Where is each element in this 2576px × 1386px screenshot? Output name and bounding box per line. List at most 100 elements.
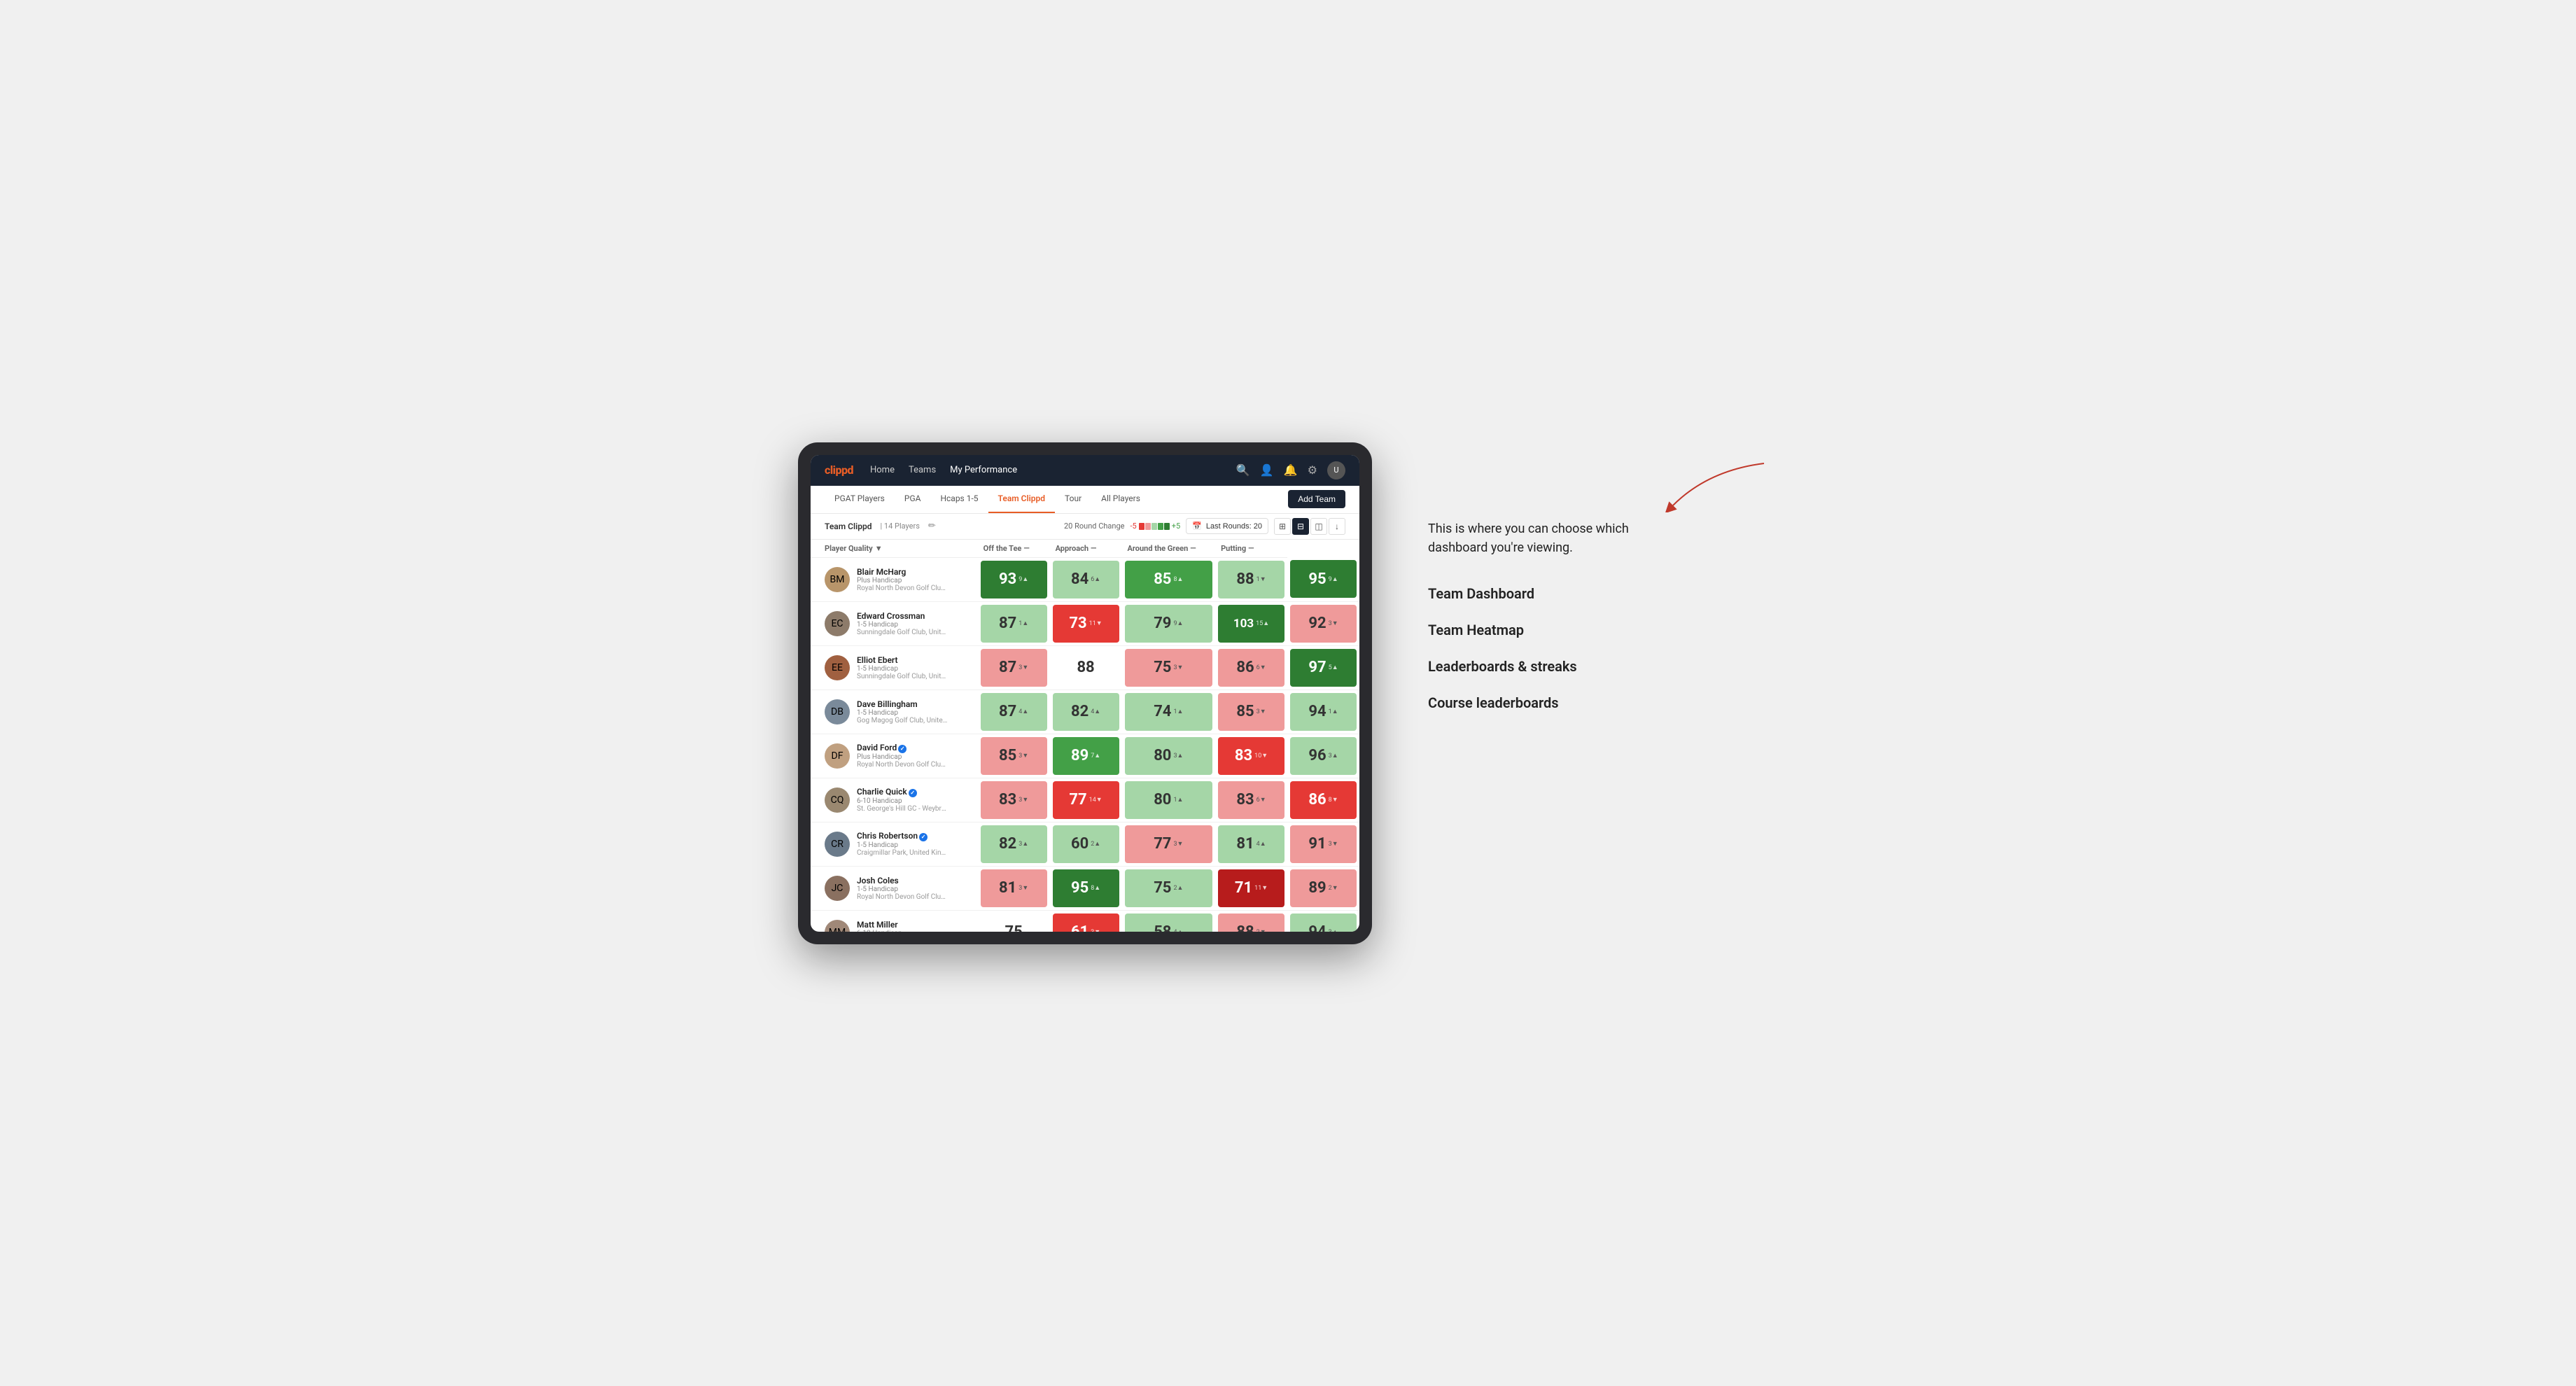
col-off-tee[interactable]: Off the Tee — <box>978 540 1050 558</box>
list-view-button[interactable]: ⊟ <box>1292 518 1309 535</box>
score-value: 58 <box>1154 923 1171 932</box>
player-avatar: MM <box>825 920 850 932</box>
player-cell[interactable]: MM Matt Miller 6-10 Handicap Woburn Golf… <box>811 910 978 932</box>
score-player_quality: 93 9▲ <box>978 557 1050 601</box>
score-value: 60 <box>1071 835 1088 853</box>
player-cell[interactable]: DF David Ford✓ Plus Handicap Royal North… <box>811 734 978 778</box>
option-team-dashboard: Team Dashboard <box>1428 585 1778 602</box>
player-handicap: 1-5 Handicap <box>857 886 948 893</box>
last-rounds-button[interactable]: 📅 Last Rounds: 20 <box>1186 518 1268 534</box>
score-putting: 95 9▲ <box>1287 557 1359 601</box>
score-approach: 74 1▲ <box>1122 690 1216 734</box>
col-approach[interactable]: Approach — <box>1050 540 1122 558</box>
score-putting: 86 8▼ <box>1287 778 1359 822</box>
player-handicap: Plus Handicap <box>857 577 948 584</box>
score-box: 96 3▲ <box>1290 737 1357 775</box>
player-cell[interactable]: BM Blair McHarg Plus Handicap Royal Nort… <box>811 557 978 601</box>
nav-teams[interactable]: Teams <box>909 465 936 475</box>
score-value: 82 <box>1071 703 1088 720</box>
player-cell[interactable]: JC Josh Coles 1-5 Handicap Royal North D… <box>811 866 978 910</box>
score-around_green: 83 6▼ <box>1215 778 1287 822</box>
score-value: 87 <box>999 659 1016 676</box>
score-approach: 75 3▼ <box>1122 645 1216 690</box>
score-box: 77 3▼ <box>1125 825 1213 863</box>
player-cell[interactable]: CQ Charlie Quick✓ 6-10 Handicap St. Geor… <box>811 778 978 822</box>
score-value: 94 <box>1308 923 1326 932</box>
score-putting: 94 1▲ <box>1287 690 1359 734</box>
player-cell[interactable]: EC Edward Crossman 1-5 Handicap Sunningd… <box>811 601 978 645</box>
score-value: 79 <box>1154 615 1171 632</box>
grid-view-button[interactable]: ⊞ <box>1274 518 1291 535</box>
settings-view-button[interactable]: ↓ <box>1329 518 1345 535</box>
score-value: 87 <box>999 615 1016 632</box>
annotation-intro: This is where you can choose which dashb… <box>1428 519 1638 557</box>
score-value: 87 <box>999 703 1016 720</box>
score-around_green: 103 15▲ <box>1215 601 1287 645</box>
score-off_tee: 88 <box>1050 645 1122 690</box>
score-value: 86 <box>1308 791 1326 808</box>
data-table-scroll[interactable]: Player Quality ▼ Off the Tee — Approach … <box>811 540 1359 932</box>
player-cell[interactable]: DB Dave Billingham 1-5 Handicap Gog Mago… <box>811 690 978 734</box>
search-icon[interactable]: 🔍 <box>1236 463 1250 477</box>
score-box: 103 15▲ <box>1218 605 1284 643</box>
option-team-heatmap: Team Heatmap <box>1428 622 1778 638</box>
verified-badge: ✓ <box>909 789 917 797</box>
score-approach: 80 3▲ <box>1122 734 1216 778</box>
heatmap-view-button[interactable]: ◫ <box>1310 518 1327 535</box>
score-around_green: 88 2▼ <box>1215 910 1287 932</box>
score-box: 88 1▼ <box>1218 561 1284 598</box>
score-around_green: 86 6▼ <box>1215 645 1287 690</box>
profile-icon[interactable]: 👤 <box>1260 463 1274 477</box>
player-info: Charlie Quick✓ 6-10 Handicap St. George'… <box>857 787 948 813</box>
score-player_quality: 87 1▲ <box>978 601 1050 645</box>
score-value: 95 <box>1308 570 1326 588</box>
score-value: 96 <box>1308 747 1326 764</box>
col-around-green[interactable]: Around the Green — <box>1122 540 1216 558</box>
col-putting[interactable]: Putting — <box>1215 540 1287 558</box>
edit-team-icon[interactable]: ✏ <box>928 521 936 531</box>
player-cell[interactable]: EE Elliot Ebert 1-5 Handicap Sunningdale… <box>811 645 978 690</box>
player-name: Edward Crossman <box>857 611 948 621</box>
player-avatar: EC <box>825 611 850 636</box>
subnav-pga[interactable]: PGA <box>895 485 931 513</box>
score-box: 94 1▲ <box>1290 693 1357 731</box>
score-box: 74 1▲ <box>1125 693 1213 731</box>
add-team-button[interactable]: Add Team <box>1288 490 1345 508</box>
subnav-hcaps[interactable]: Hcaps 1-5 <box>930 485 988 513</box>
score-value: 80 <box>1154 747 1171 764</box>
player-info: David Ford✓ Plus Handicap Royal North De… <box>857 743 948 769</box>
player-club: Royal North Devon Golf Club, United King… <box>857 584 948 592</box>
score-value: 73 <box>1069 615 1086 632</box>
subnav-tour[interactable]: Tour <box>1055 485 1091 513</box>
range-min: -5 <box>1130 522 1137 531</box>
player-avatar: DF <box>825 743 850 769</box>
col-player-quality[interactable]: Player Quality ▼ <box>811 540 978 558</box>
player-handicap: 6-10 Handicap <box>857 930 948 932</box>
score-player_quality: 85 3▼ <box>978 734 1050 778</box>
score-box: 75 3▼ <box>1125 649 1213 687</box>
score-around_green: 71 11▼ <box>1215 866 1287 910</box>
bell-icon[interactable]: 🔔 <box>1284 463 1298 477</box>
table-row: CR Chris Robertson✓ 1-5 Handicap Craigmi… <box>811 822 1359 866</box>
score-approach: 75 2▲ <box>1122 866 1216 910</box>
subnav-all-players[interactable]: All Players <box>1091 485 1150 513</box>
settings-icon[interactable]: ⚙ <box>1308 463 1317 477</box>
nav-my-performance[interactable]: My Performance <box>950 465 1017 475</box>
table-row: BM Blair McHarg Plus Handicap Royal Nort… <box>811 557 1359 601</box>
player-club: Sunningdale Golf Club, United Kingdom <box>857 673 948 680</box>
score-box: 61 3▼ <box>1053 913 1119 932</box>
range-max: +5 <box>1172 522 1180 531</box>
subnav-pgat[interactable]: PGAT Players <box>825 485 895 513</box>
score-putting: 91 3▼ <box>1287 822 1359 866</box>
score-box: 82 3▲ <box>981 825 1047 863</box>
score-approach: 79 9▲ <box>1122 601 1216 645</box>
score-value: 82 <box>999 835 1016 853</box>
subnav-team-clippd[interactable]: Team Clippd <box>988 485 1055 513</box>
player-handicap: 6-10 Handicap <box>857 797 948 805</box>
nav-home[interactable]: Home <box>870 465 895 475</box>
user-avatar[interactable]: U <box>1327 461 1345 479</box>
player-cell[interactable]: CR Chris Robertson✓ 1-5 Handicap Craigmi… <box>811 822 978 866</box>
score-putting: 94 3▲ <box>1287 910 1359 932</box>
score-player_quality: 87 3▼ <box>978 645 1050 690</box>
player-info: Matt Miller 6-10 Handicap Woburn Golf Cl… <box>857 920 948 932</box>
